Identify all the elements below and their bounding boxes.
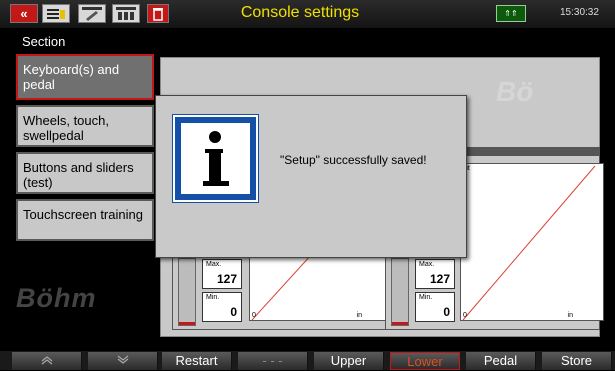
lower-button[interactable]: Lower bbox=[390, 352, 460, 370]
min-value-right[interactable]: Min. 0 bbox=[415, 292, 455, 322]
axis-in: in bbox=[356, 312, 362, 319]
max-label: Max. bbox=[206, 261, 222, 268]
max-number: 127 bbox=[429, 272, 450, 286]
min-number: 0 bbox=[230, 305, 237, 319]
brand-watermark: Bö bbox=[496, 76, 534, 107]
axis-in: in bbox=[567, 312, 573, 319]
clock: 15:30:32 bbox=[560, 7, 599, 18]
store-button[interactable]: Store bbox=[542, 352, 612, 370]
section-buttons-sliders-test[interactable]: Buttons and sliders (test) bbox=[16, 152, 154, 194]
curve-title-right: ht bbox=[455, 147, 600, 156]
scroll-up-button[interactable] bbox=[12, 352, 82, 370]
max-value-left[interactable]: Max. 127 bbox=[202, 259, 242, 289]
curve-graph-right: ut 0 in bbox=[460, 163, 604, 321]
upper-button[interactable]: Upper bbox=[314, 352, 384, 370]
menu-icon[interactable] bbox=[42, 4, 70, 23]
section-label: Section bbox=[22, 34, 66, 49]
section-keyboards-pedal[interactable]: Keyboard(s) and pedal bbox=[16, 54, 154, 100]
restart-button[interactable]: Restart bbox=[162, 352, 232, 370]
edit-icon[interactable] bbox=[78, 4, 106, 23]
min-number: 0 bbox=[443, 305, 450, 319]
axis-zero: 0 bbox=[463, 312, 467, 319]
level-bar-right bbox=[391, 258, 409, 326]
empty-button[interactable]: - - - bbox=[238, 352, 308, 370]
min-label: Min. bbox=[419, 294, 433, 301]
min-value-left[interactable]: Min. 0 bbox=[202, 292, 242, 322]
scroll-down-button[interactable] bbox=[88, 352, 158, 370]
max-label: Max. bbox=[419, 261, 435, 268]
max-value-right[interactable]: Max. 127 bbox=[415, 259, 455, 289]
dialog-message: "Setup" successfully saved! bbox=[280, 153, 427, 167]
boehm-logo: Böhm bbox=[16, 283, 97, 313]
trash-icon[interactable] bbox=[147, 4, 169, 23]
section-wheels-touch-swellpedal[interactable]: Wheels, touch, swellpedal bbox=[16, 105, 154, 147]
transpose-button[interactable]: ⇑⇑ bbox=[496, 5, 526, 22]
min-label: Min. bbox=[206, 294, 220, 301]
registration-mix-icon[interactable] bbox=[112, 4, 140, 23]
level-bar-left bbox=[178, 258, 196, 326]
info-icon bbox=[173, 115, 258, 202]
max-number: 127 bbox=[216, 272, 237, 286]
back-button[interactable]: « bbox=[10, 4, 38, 23]
axis-zero: 0 bbox=[252, 312, 256, 319]
section-touchscreen-training[interactable]: Touchscreen training bbox=[16, 199, 154, 241]
pedal-button[interactable]: Pedal bbox=[466, 352, 536, 370]
page-title: Console settings bbox=[240, 4, 360, 21]
